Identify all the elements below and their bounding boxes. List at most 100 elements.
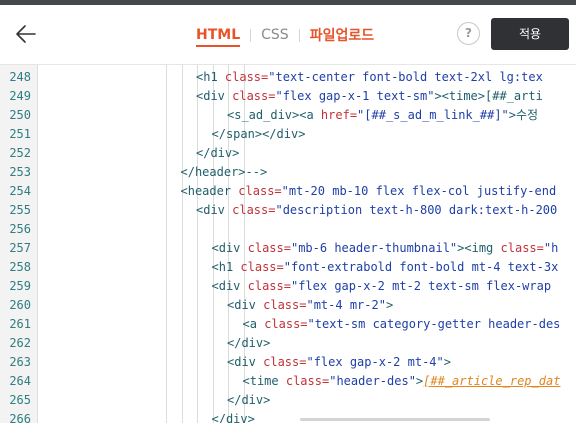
code-line: 261 <a class="text-sm category-getter hea…: [0, 315, 576, 334]
line-number: 261: [9, 317, 31, 331]
code-token: >: [385, 298, 394, 312]
code-line: 253 </header>-->: [0, 163, 576, 182]
code-token: "flex gap-x-1 text-sm": [275, 89, 435, 103]
code-token: "flex gap-x-2 mt-2 text-sm flex-wrap: [290, 279, 552, 293]
line-number: 254: [9, 184, 31, 198]
back-arrow-icon[interactable]: [14, 22, 38, 46]
tab-file-upload[interactable]: 파일업로드: [310, 25, 374, 45]
code-token: <div: [196, 203, 233, 217]
tab-divider: [298, 28, 300, 42]
code-line: 251 </span></div>: [0, 125, 576, 144]
code-line: 249 <div class="flex gap-x-1 text-sm"><ti…: [0, 87, 576, 106]
code-line: 262 </div>: [0, 334, 576, 353]
code-token: >: [443, 355, 451, 369]
code-text: </div>: [227, 391, 270, 410]
code-editor[interactable]: 248 <h1 class="text-center font-bold text…: [0, 64, 576, 423]
code-text: <div class="mb-6 header-thumbnail"><img …: [212, 239, 559, 258]
code-token: "mb-6 header-thumbnail": [290, 241, 458, 255]
code-token: </div>: [196, 146, 240, 160]
code-text: <header class="mt-20 mb-10 flex flex-col…: [181, 182, 557, 201]
line-number: 257: [9, 241, 31, 255]
editor-toolbar: HTML CSS 파일업로드 ? 적용: [0, 5, 576, 62]
code-line: 252 </div>: [0, 144, 576, 163]
horizontal-scrollbar[interactable]: [300, 418, 490, 421]
line-number: 264: [9, 374, 31, 388]
tab-css[interactable]: CSS: [261, 27, 289, 43]
help-icon[interactable]: ?: [457, 22, 480, 45]
code-token: class=: [232, 203, 276, 217]
code-token: </span></div>: [211, 127, 306, 141]
code-token: class=: [232, 89, 276, 103]
code-token: ><img: [457, 241, 501, 255]
code-text: <s_ad_div><a href="[##_s_ad_m_link_##]">…: [227, 106, 538, 125]
code-token: <h1: [196, 70, 225, 84]
line-number: 259: [9, 279, 31, 293]
line-number: 255: [9, 203, 31, 217]
code-line: 255 <div class="description text-h-800 da…: [0, 201, 576, 220]
code-token: </header>-->: [180, 165, 268, 179]
line-number: 266: [9, 412, 31, 423]
code-token: class=: [238, 184, 282, 198]
code-token: class=: [263, 298, 307, 312]
code-token: "header-des": [329, 374, 416, 388]
code-line: 250 <s_ad_div><a href="[##_s_ad_m_link_##…: [0, 106, 576, 125]
code-text: <h1 class="font-extrabold font-bold mt-4…: [212, 258, 559, 277]
line-number: 249: [9, 89, 31, 103]
code-line: 263 <div class="flex gap-x-2 mt-4">: [0, 353, 576, 372]
line-number: 258: [9, 260, 31, 274]
code-token: "text-sm category-getter header-des: [307, 317, 561, 331]
code-text: </div>: [227, 334, 270, 353]
code-line: 258 <h1 class="font-extrabold font-bold m…: [0, 258, 576, 277]
code-line: 259 <div class="flex gap-x-2 mt-2 text-sm…: [0, 277, 576, 296]
code-token: "font-extrabold font-bold mt-4 text-3x: [283, 260, 559, 274]
code-text: </div>: [212, 410, 255, 423]
code-token: <a: [242, 317, 265, 331]
code-token: "flex gap-x-2 mt-4": [306, 355, 444, 369]
apply-button[interactable]: 적용: [491, 18, 569, 50]
code-token: <h1: [211, 260, 241, 274]
code-line: 254 <header class="mt-20 mb-10 flex flex-…: [0, 182, 576, 201]
code-text: <div class="flex gap-x-2 mt-2 text-sm fl…: [212, 277, 552, 296]
line-number: 250: [9, 108, 31, 122]
code-token: "description text-h-800 dark:text-h-200: [275, 203, 558, 217]
code-text: <div class="flex gap-x-1 text-sm"><time>…: [196, 87, 543, 106]
code-token: <div: [211, 241, 248, 255]
code-line: 265 </div>: [0, 391, 576, 410]
code-text: <time class="header-des">[##_article_rep…: [243, 372, 561, 391]
line-number: 252: [9, 146, 31, 160]
code-token: "mt-20 mb-10 flex flex-col justify-end: [281, 184, 557, 198]
code-line: 264 <time class="header-des">[##_article_…: [0, 372, 576, 391]
code-text: </header>-->: [181, 163, 268, 182]
code-token: class=: [264, 317, 308, 331]
code-token: <div: [196, 89, 233, 103]
code-token: "text-center font-bold text-2xl lg:tex: [268, 70, 543, 84]
code-token: class=: [263, 355, 307, 369]
tab-divider: [250, 28, 252, 42]
code-token: class=: [500, 241, 544, 255]
code-token: >수정: [508, 108, 539, 122]
line-number: 248: [9, 70, 31, 84]
code-text: <div class="description text-h-800 dark:…: [196, 201, 557, 220]
code-token: href=: [320, 108, 358, 122]
code-text: <a class="text-sm category-getter header…: [243, 315, 561, 334]
code-text: </span></div>: [212, 125, 306, 144]
line-number: 262: [9, 336, 31, 350]
code-token: class=: [247, 241, 291, 255]
code-token: </div>: [211, 412, 255, 423]
code-text: <div class="flex gap-x-2 mt-4">: [227, 353, 451, 372]
code-line: 248 <h1 class="text-center font-bold text…: [0, 68, 576, 87]
code-token: <div: [227, 298, 264, 312]
code-token: class=: [224, 70, 269, 84]
code-line: 257 <div class="mb-6 header-thumbnail"><i…: [0, 239, 576, 258]
code-token: "mt-4 mr-2": [306, 298, 386, 312]
code-token: <div: [227, 355, 264, 369]
line-number: 263: [9, 355, 31, 369]
code-token: </div>: [227, 336, 271, 350]
code-text: </div>: [196, 144, 239, 163]
code-token: class=: [247, 279, 291, 293]
tab-html[interactable]: HTML: [196, 27, 241, 47]
code-text: <h1 class="text-center font-bold text-2x…: [196, 68, 543, 87]
code-token: </div>: [227, 393, 271, 407]
code-token: [##_article_rep_dat: [423, 374, 561, 388]
code-token: "[##_s_ad_m_link_##]": [357, 108, 509, 122]
